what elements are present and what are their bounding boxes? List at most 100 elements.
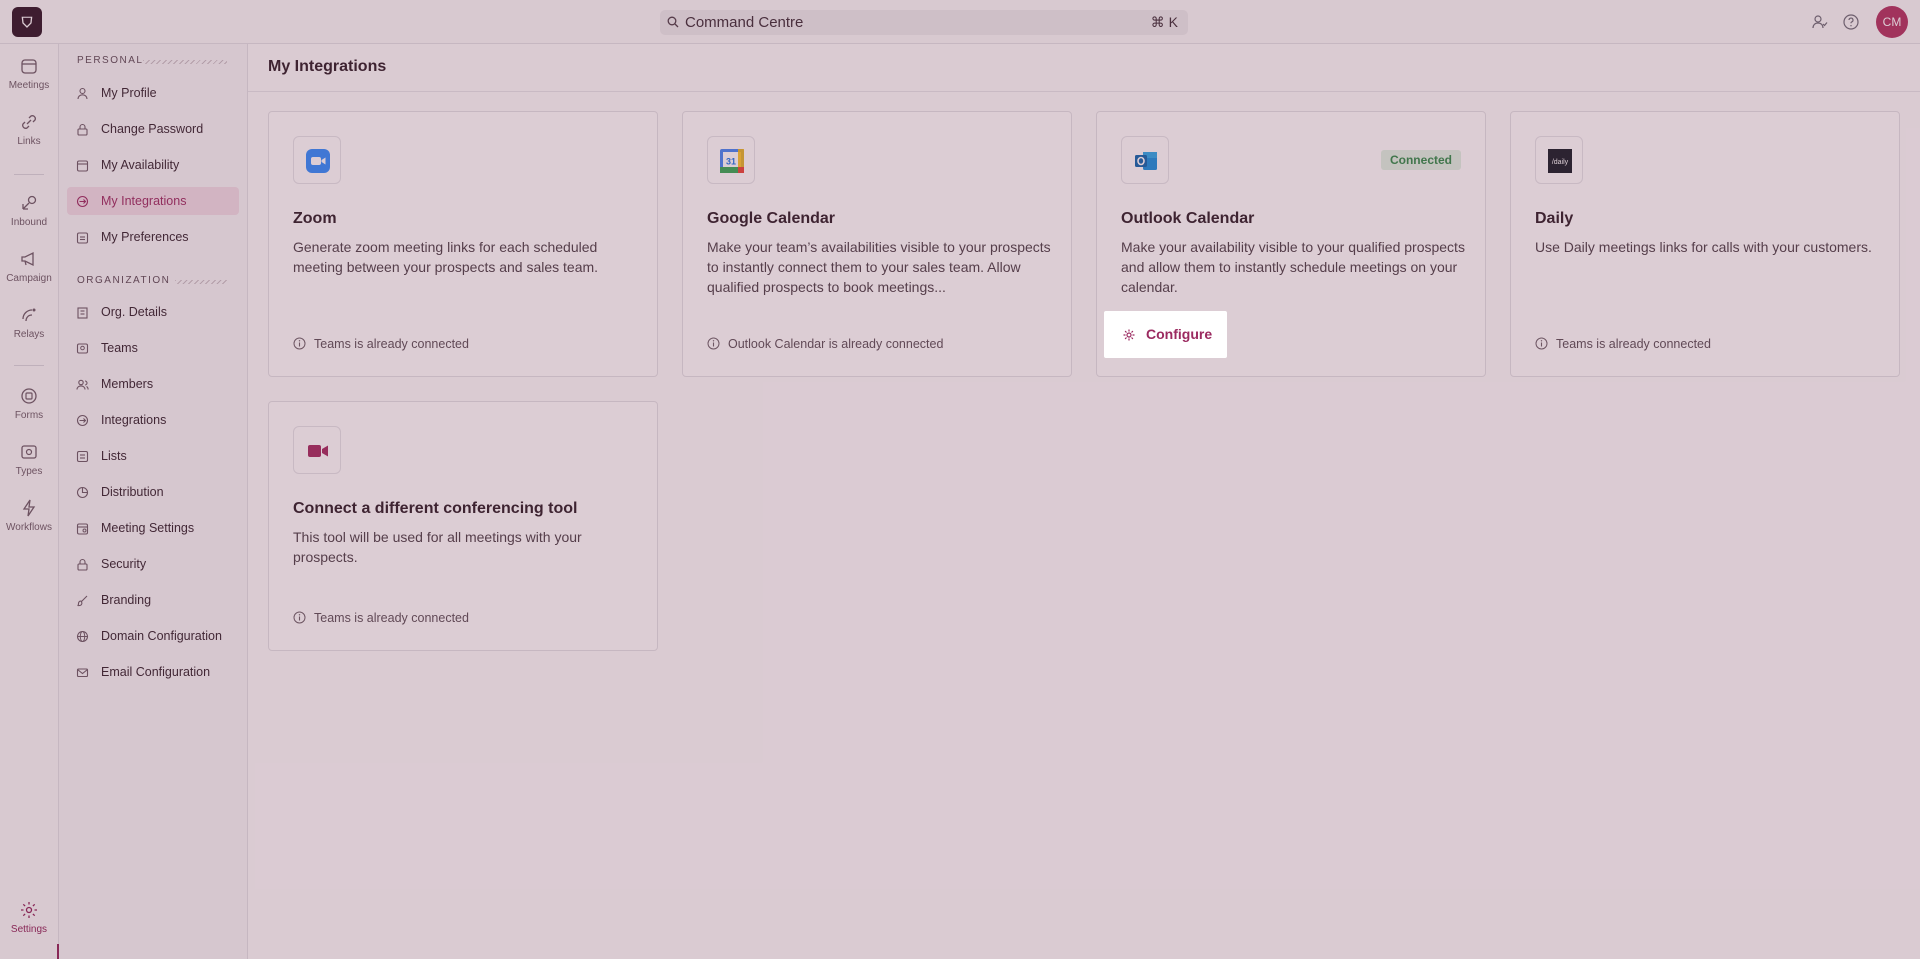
integration-name: Google Calendar: [707, 210, 836, 227]
top-bar: ⛉ Command Centre ⌘ K CM: [0, 0, 1920, 44]
app-logo[interactable]: ⛉: [12, 7, 42, 37]
integration-status: Teams is already connected: [1535, 337, 1711, 351]
section-label-organization: ORGANIZATION: [77, 275, 227, 286]
integration-name: Connect a different conferencing tool: [293, 500, 578, 517]
sidebar-item-my-integrations[interactable]: My Integrations: [67, 187, 239, 215]
rail-item-forms[interactable]: Forms: [0, 386, 58, 432]
sidebar-item-email-configuration[interactable]: Email Configuration: [67, 658, 239, 686]
connected-badge: Connected: [1380, 150, 1461, 170]
sidebar-item-meeting-settings[interactable]: Meeting Settings: [67, 514, 239, 542]
list-icon: [76, 450, 89, 463]
sidebar-item-change-password[interactable]: Change Password: [67, 115, 239, 143]
building-icon: [77, 307, 88, 319]
rail-label: Meetings: [8, 80, 50, 91]
rail-label: Campaign: [6, 273, 52, 284]
section-label-personal: PERSONAL: [77, 55, 227, 66]
types-icon: [21, 445, 37, 459]
title-divider: [248, 91, 1920, 92]
sidebar-item-label: Branding: [101, 593, 152, 607]
rail-item-types[interactable]: Types: [0, 442, 58, 488]
calendar-icon: [76, 160, 89, 172]
integration-description: Make your availability visible to your q…: [1121, 239, 1465, 295]
sidebar-item-security[interactable]: Security: [67, 550, 239, 578]
rail-item-meetings[interactable]: Meetings: [0, 56, 58, 102]
google-calendar-icon: 31: [720, 149, 744, 173]
rail-label: Workflows: [6, 522, 52, 533]
integration-card-daily[interactable]: /daily Daily Use Daily meetings links fo…: [1510, 111, 1900, 377]
integration-card-zoom[interactable]: Zoom Generate zoom meeting links for eac…: [268, 111, 658, 377]
integration-status: Teams is already connected: [293, 611, 469, 625]
rail-item-campaign[interactable]: Campaign: [0, 249, 58, 295]
sidebar-item-org-details[interactable]: Org. Details: [67, 298, 239, 326]
globe-icon: [76, 630, 89, 643]
teams-icon: [76, 343, 89, 354]
rail-divider: [14, 365, 44, 366]
rail-label: Settings: [10, 924, 48, 935]
integration-card-custom-conferencing[interactable]: Connect a different conferencing tool Th…: [268, 401, 658, 651]
status-text: Teams is already connected: [1556, 337, 1711, 351]
inbound-icon: [22, 195, 37, 210]
daily-icon: /daily: [1548, 149, 1572, 173]
configure-label: Configure: [1146, 326, 1213, 342]
rail-label: Inbound: [10, 217, 48, 228]
integration-description: Generate zoom meeting links for each sch…: [293, 239, 599, 275]
integration-name: Outlook Calendar: [1121, 210, 1255, 227]
help-icon[interactable]: [1842, 13, 1860, 31]
search-shortcut: ⌘ K: [1150, 14, 1178, 30]
integration-description: This tool will be used for all meetings …: [293, 529, 582, 565]
relay-icon: [22, 308, 36, 322]
status-text: Teams is already connected: [314, 611, 469, 625]
distribution-icon: [76, 486, 89, 499]
sidebar-item-branding[interactable]: Branding: [67, 586, 239, 614]
sidebar-item-domain-configuration[interactable]: Domain Configuration: [67, 622, 239, 650]
rail-item-settings[interactable]: Settings: [0, 900, 58, 946]
sidebar-item-members[interactable]: Members: [67, 370, 239, 398]
mail-icon: [76, 668, 89, 678]
google-calendar-logo: 31: [707, 136, 755, 184]
sidebar-item-integrations[interactable]: Integrations: [67, 406, 239, 434]
sidebar-item-my-preferences[interactable]: My Preferences: [67, 223, 239, 251]
integration-card-google-calendar[interactable]: 31 Google Calendar Make your team’s avai…: [682, 111, 1072, 377]
sidebar-item-lists[interactable]: Lists: [67, 442, 239, 470]
integrations-icon: [76, 414, 89, 427]
sidebar-item-label: Org. Details: [101, 305, 167, 319]
integration-status: Outlook Calendar is already connected: [707, 337, 943, 351]
rail-item-relays[interactable]: Relays: [0, 305, 58, 351]
section-label-text: ORGANIZATION: [77, 275, 171, 286]
zoom-icon: [306, 149, 330, 173]
user-icon[interactable]: [1810, 13, 1828, 31]
lock-icon: [77, 123, 88, 136]
main-content: My Integrations Zoom Generate zoom meeti…: [248, 44, 1920, 959]
sidebar-item-my-availability[interactable]: My Availability: [67, 151, 239, 179]
rail-item-links[interactable]: Links: [0, 112, 58, 158]
info-icon: [293, 611, 306, 624]
sidebar-item-distribution[interactable]: Distribution: [67, 478, 239, 506]
sidebar-item-label: Meeting Settings: [101, 521, 195, 535]
sidebar-item-teams[interactable]: Teams: [67, 334, 239, 362]
daily-logo: /daily: [1535, 136, 1583, 184]
configure-button[interactable]: Configure: [1104, 311, 1227, 358]
sidebar-item-my-profile[interactable]: My Profile: [67, 79, 239, 107]
rail-item-inbound[interactable]: Inbound: [0, 193, 58, 239]
megaphone-icon: [21, 251, 34, 267]
sidebar-item-label: Lists: [101, 449, 127, 463]
integration-description: Make your team’s availabilities visible …: [707, 239, 1051, 295]
status-text: Teams is already connected: [314, 337, 469, 351]
section-divider: [143, 60, 227, 64]
avatar[interactable]: CM: [1876, 6, 1908, 38]
rail-label: Relays: [13, 329, 45, 340]
command-centre-search[interactable]: Command Centre ⌘ K: [660, 10, 1188, 35]
info-icon: [293, 337, 306, 350]
rail-label: Links: [17, 136, 41, 147]
gear-icon: [1123, 329, 1135, 341]
sidebar-item-label: Security: [101, 557, 147, 571]
bolt-icon: [22, 499, 36, 517]
members-icon: [76, 379, 89, 390]
sidebar-item-label: My Preferences: [101, 230, 189, 244]
sidebar-item-label: Members: [101, 377, 154, 391]
sidebar-item-label: My Integrations: [101, 194, 187, 208]
conferencing-logo: [293, 426, 341, 474]
rail-item-workflows[interactable]: Workflows: [0, 498, 58, 544]
integration-name: Zoom: [293, 210, 337, 227]
search-icon: [667, 16, 679, 28]
